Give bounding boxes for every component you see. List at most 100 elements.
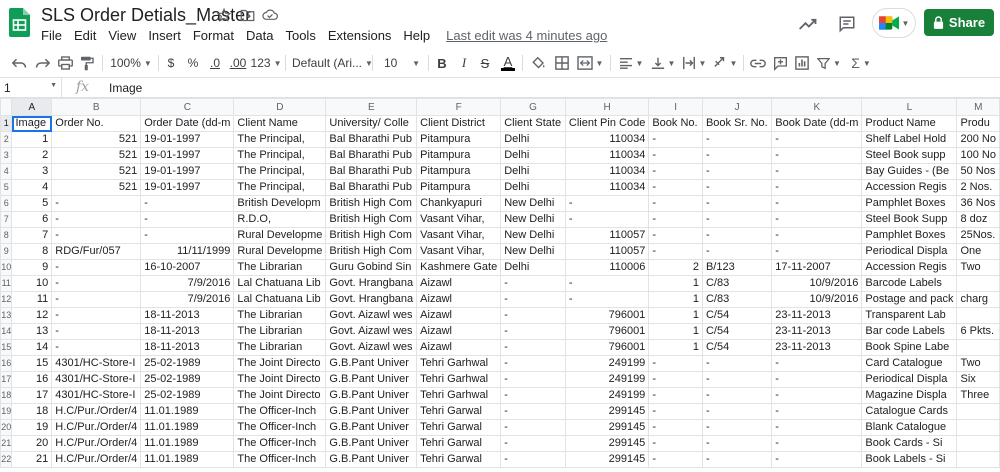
cell-l5[interactable]: Accession Regis xyxy=(861,179,958,196)
cell-g21[interactable]: - xyxy=(500,435,566,452)
column-header-h[interactable]: H xyxy=(564,98,650,116)
sheets-logo-icon[interactable] xyxy=(9,8,30,37)
cell-g19[interactable]: - xyxy=(500,403,566,420)
column-header-g[interactable]: G xyxy=(500,98,566,116)
cell-e19[interactable]: G.B.Pant Univer xyxy=(325,403,418,420)
cell-c1[interactable]: Order Date (dd-m xyxy=(140,115,235,132)
cell-d17[interactable]: The Joint Directo xyxy=(233,371,327,388)
cell-h16[interactable]: 249199 xyxy=(564,355,650,372)
cell-g15[interactable]: - xyxy=(500,339,566,356)
cell-k8[interactable]: - xyxy=(771,227,863,244)
cell-d8[interactable]: Rural Developme xyxy=(233,227,327,244)
cell-l7[interactable]: Steel Book Supp xyxy=(861,211,958,228)
cell-h15[interactable]: 796001 xyxy=(564,339,650,356)
cell-i6[interactable]: - xyxy=(648,195,703,212)
cell-b17[interactable]: 4301/HC-Store-I xyxy=(51,371,142,388)
percent-format-button[interactable]: % xyxy=(186,53,200,73)
cell-h14[interactable]: 796001 xyxy=(564,323,650,340)
cell-e13[interactable]: Govt. Aizawl wes xyxy=(325,307,418,324)
borders-icon[interactable] xyxy=(553,53,571,73)
cell-a9[interactable]: 8 xyxy=(11,243,53,260)
cell-b21[interactable]: H.C/Pur./Order/4 xyxy=(51,435,142,452)
cell-i9[interactable]: - xyxy=(648,243,703,260)
column-header-c[interactable]: C xyxy=(140,98,235,116)
formula-input[interactable]: Image xyxy=(109,81,142,95)
cell-i3[interactable]: - xyxy=(648,147,703,164)
insert-chart-icon[interactable] xyxy=(793,53,811,73)
cell-i13[interactable]: 1 xyxy=(648,307,703,324)
cell-f10[interactable]: Kashmere Gate xyxy=(416,259,502,276)
menu-format[interactable]: Format xyxy=(187,28,240,44)
menu-view[interactable]: View xyxy=(102,28,142,44)
cell-b4[interactable]: 521 xyxy=(51,163,142,180)
cell-d4[interactable]: The Principal, xyxy=(233,163,327,180)
merge-cells-select[interactable]: ▼ xyxy=(575,53,605,73)
cell-m7[interactable]: 8 doz xyxy=(956,211,1000,228)
row-header[interactable]: 21 xyxy=(0,435,13,452)
cell-d21[interactable]: The Officer-Inch xyxy=(233,435,327,452)
cell-e9[interactable]: British High Com xyxy=(325,243,418,260)
decrease-decimal-button[interactable]: .0 xyxy=(205,53,225,73)
cell-i10[interactable]: 2 xyxy=(648,259,703,276)
cell-l21[interactable]: Book Cards - Si xyxy=(861,435,958,452)
increase-decimal-button[interactable]: .00 xyxy=(227,53,249,73)
cell-d20[interactable]: The Officer-Inch xyxy=(233,419,327,436)
cell-k9[interactable]: - xyxy=(771,243,863,260)
cell-h3[interactable]: 110034 xyxy=(564,147,650,164)
cell-k3[interactable]: - xyxy=(771,147,863,164)
paint-format-icon[interactable] xyxy=(78,53,96,73)
cell-j6[interactable]: - xyxy=(701,195,773,212)
insert-link-icon[interactable] xyxy=(749,53,767,73)
cell-j20[interactable]: - xyxy=(701,419,773,436)
cell-a15[interactable]: 14 xyxy=(11,339,53,356)
cell-j12[interactable]: C/83 xyxy=(701,291,773,308)
cell-f22[interactable]: Tehri Garwal xyxy=(416,451,502,468)
cell-m22[interactable] xyxy=(956,451,1000,468)
row-header[interactable]: 20 xyxy=(0,419,13,436)
currency-format-button[interactable]: $ xyxy=(164,53,178,73)
meet-button[interactable]: ▼ xyxy=(872,8,916,38)
cell-d7[interactable]: R.D.O, xyxy=(233,211,327,228)
cell-g10[interactable]: Delhi xyxy=(500,259,566,276)
cell-k4[interactable]: - xyxy=(771,163,863,180)
cell-a21[interactable]: 20 xyxy=(11,435,53,452)
cell-b8[interactable]: - xyxy=(51,227,142,244)
cell-c5[interactable]: 19-01-1997 xyxy=(140,179,235,196)
cloud-status-icon[interactable] xyxy=(261,6,279,24)
cell-j7[interactable]: - xyxy=(701,211,773,228)
cell-c12[interactable]: 7/9/2016 xyxy=(140,291,235,308)
cell-j11[interactable]: C/83 xyxy=(701,275,773,292)
cell-l16[interactable]: Card Catalogue xyxy=(861,355,958,372)
cell-j15[interactable]: C/54 xyxy=(701,339,773,356)
cell-a2[interactable]: 1 xyxy=(11,131,53,148)
cell-h2[interactable]: 110034 xyxy=(564,131,650,148)
filter-select[interactable]: ▼ xyxy=(815,53,843,73)
cell-b2[interactable]: 521 xyxy=(51,131,142,148)
cell-e20[interactable]: G.B.Pant Univer xyxy=(325,419,418,436)
cell-b9[interactable]: RDG/Fur/057 xyxy=(51,243,142,260)
menu-extensions[interactable]: Extensions xyxy=(322,28,398,44)
cell-i4[interactable]: - xyxy=(648,163,703,180)
cell-c18[interactable]: 25-02-1989 xyxy=(140,387,235,404)
menu-tools[interactable]: Tools xyxy=(279,28,321,44)
cell-f8[interactable]: Vasant Vihar, xyxy=(416,227,502,244)
cell-k20[interactable]: - xyxy=(771,419,863,436)
cell-f19[interactable]: Tehri Garwal xyxy=(416,403,502,420)
row-header[interactable]: 13 xyxy=(0,307,13,324)
cell-h1[interactable]: Client Pin Code xyxy=(564,115,650,132)
cell-m15[interactable] xyxy=(956,339,1000,356)
text-color-button[interactable]: A xyxy=(499,53,517,73)
cell-l15[interactable]: Book Spine Labe xyxy=(861,339,958,356)
select-all-corner[interactable] xyxy=(0,98,13,116)
cell-m21[interactable] xyxy=(956,435,1000,452)
cell-m14[interactable]: 6 Pkts. xyxy=(956,323,1000,340)
cell-g5[interactable]: Delhi xyxy=(500,179,566,196)
cell-c20[interactable]: 11.01.1989 xyxy=(140,419,235,436)
cell-m13[interactable] xyxy=(956,307,1000,324)
column-header-b[interactable]: B xyxy=(51,98,142,116)
font-family-select[interactable]: Default (Ari... ▼ xyxy=(292,53,373,73)
cell-j8[interactable]: - xyxy=(701,227,773,244)
cell-i7[interactable]: - xyxy=(648,211,703,228)
cell-g4[interactable]: Delhi xyxy=(500,163,566,180)
cell-k21[interactable]: - xyxy=(771,435,863,452)
